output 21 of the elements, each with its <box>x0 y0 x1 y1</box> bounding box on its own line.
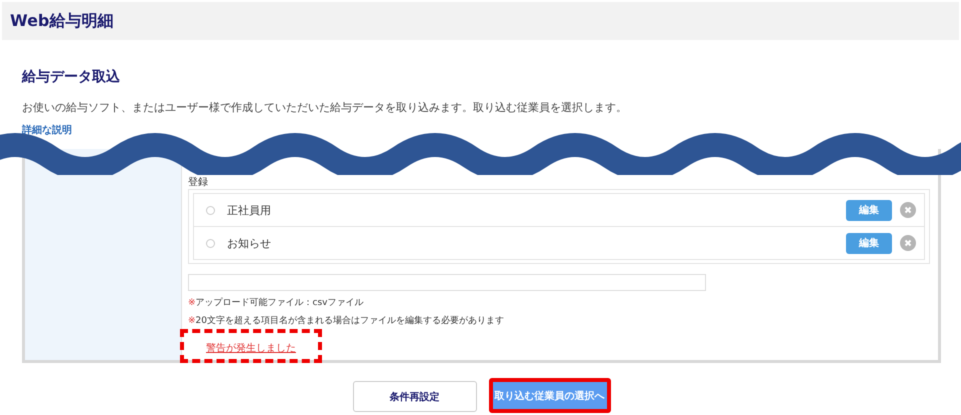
delete-icon[interactable] <box>900 202 916 218</box>
radio-button[interactable] <box>206 206 215 214</box>
note-text: ※20文字を超える項目名が含まれる場合はファイルを編集する必要があります <box>188 314 505 327</box>
description-text: お使いの給与ソフト、またはユーザー様で作成していただいた給与データを取り込みます。取り込む従業員を選択します。 <box>22 100 628 115</box>
app-title: Web給与明細 <box>10 10 114 32</box>
edit-button[interactable]: 編集 <box>846 232 892 254</box>
radio-button[interactable] <box>206 238 215 248</box>
edit-button[interactable]: 編集 <box>846 200 892 220</box>
warning-link[interactable]: 警告が発生しました <box>206 343 296 354</box>
delete-icon[interactable] <box>900 235 916 251</box>
file-input-field[interactable] <box>188 274 706 291</box>
detail-link[interactable]: 詳細な説明 <box>22 123 72 137</box>
next-button[interactable]: 取り込む従業員の選択へ <box>488 378 610 413</box>
template-name: お知らせ <box>227 236 272 250</box>
page-title: 給与データ取込 <box>22 68 121 86</box>
note-text: ※アップロード可能ファイル：csvファイル <box>188 296 365 309</box>
reset-button[interactable]: 条件再設定 <box>352 381 476 412</box>
list-label: 登録 <box>188 176 209 187</box>
template-row[interactable]: お知らせ 編集 <box>193 226 925 260</box>
template-row[interactable]: 正社員用 編集 <box>193 193 925 227</box>
template-name: 正社員用 <box>227 202 272 218</box>
